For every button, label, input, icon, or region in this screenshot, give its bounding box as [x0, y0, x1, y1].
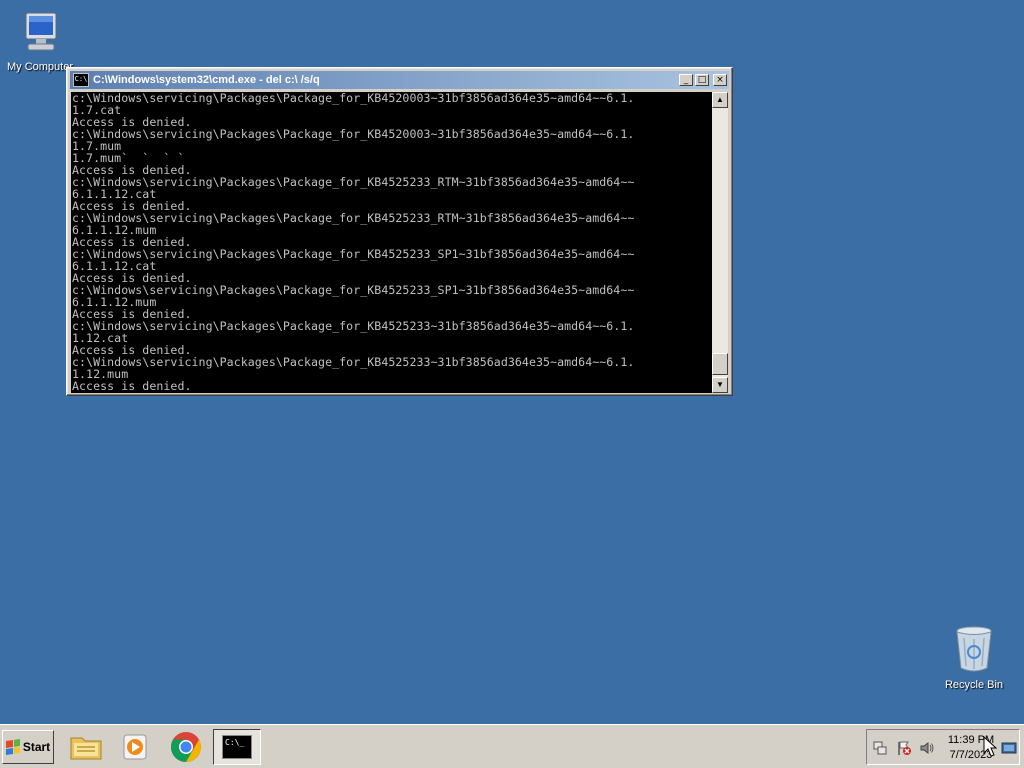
- action-center-flag-icon[interactable]: [896, 740, 912, 756]
- start-button[interactable]: Start: [2, 730, 54, 764]
- scroll-up-button[interactable]: ▲: [712, 92, 728, 108]
- scroll-thumb[interactable]: [712, 353, 728, 375]
- mouse-cursor-icon: [983, 736, 997, 757]
- network-icon[interactable]: [872, 740, 888, 756]
- file-explorer-icon: [70, 737, 102, 760]
- show-desktop-icon[interactable]: [1001, 740, 1017, 756]
- console-text: c:\Windows\servicing\Packages\Package_fo…: [72, 92, 635, 393]
- cmd-window[interactable]: C:\ C:\Windows\system32\cmd.exe - del c:…: [66, 67, 733, 396]
- windows-logo-icon: [5, 739, 20, 755]
- console-output-area[interactable]: c:\Windows\servicing\Packages\Package_fo…: [71, 92, 712, 393]
- cmd-icon: C:\_: [222, 735, 252, 759]
- taskbar-chrome[interactable]: [164, 729, 208, 765]
- maximize-button[interactable]: □: [695, 74, 709, 86]
- computer-icon: [25, 12, 57, 51]
- recycle-bin-desktop-icon[interactable]: Recycle Bin: [934, 624, 1014, 691]
- taskbar: Start C:\_ 11:39 PM 7/7/2023: [0, 724, 1024, 768]
- cmd-window-title: C:\Windows\system32\cmd.exe - del c:\ /s…: [93, 74, 320, 86]
- cmd-window-icon[interactable]: C:\: [73, 73, 89, 87]
- scroll-down-button[interactable]: ▼: [712, 377, 728, 393]
- recycle-bin-label: Recycle Bin: [944, 679, 1004, 691]
- chrome-icon: [170, 732, 202, 763]
- start-label: Start: [22, 740, 51, 754]
- taskbar-media-player[interactable]: [113, 729, 157, 765]
- volume-icon[interactable]: [919, 740, 935, 756]
- taskbar-file-explorer[interactable]: [64, 729, 108, 765]
- vertical-scrollbar[interactable]: ▲ ▼: [712, 92, 728, 393]
- cmd-titlebar[interactable]: C:\ C:\Windows\system32\cmd.exe - del c:…: [70, 71, 729, 89]
- taskbar-cmd[interactable]: C:\_: [213, 729, 261, 765]
- media-player-icon: [123, 734, 147, 760]
- minimize-button[interactable]: _: [679, 74, 693, 86]
- recycle-bin-icon: [956, 626, 992, 672]
- close-button[interactable]: ×: [713, 74, 727, 86]
- my-computer-desktop-icon[interactable]: My Computer: [0, 8, 80, 73]
